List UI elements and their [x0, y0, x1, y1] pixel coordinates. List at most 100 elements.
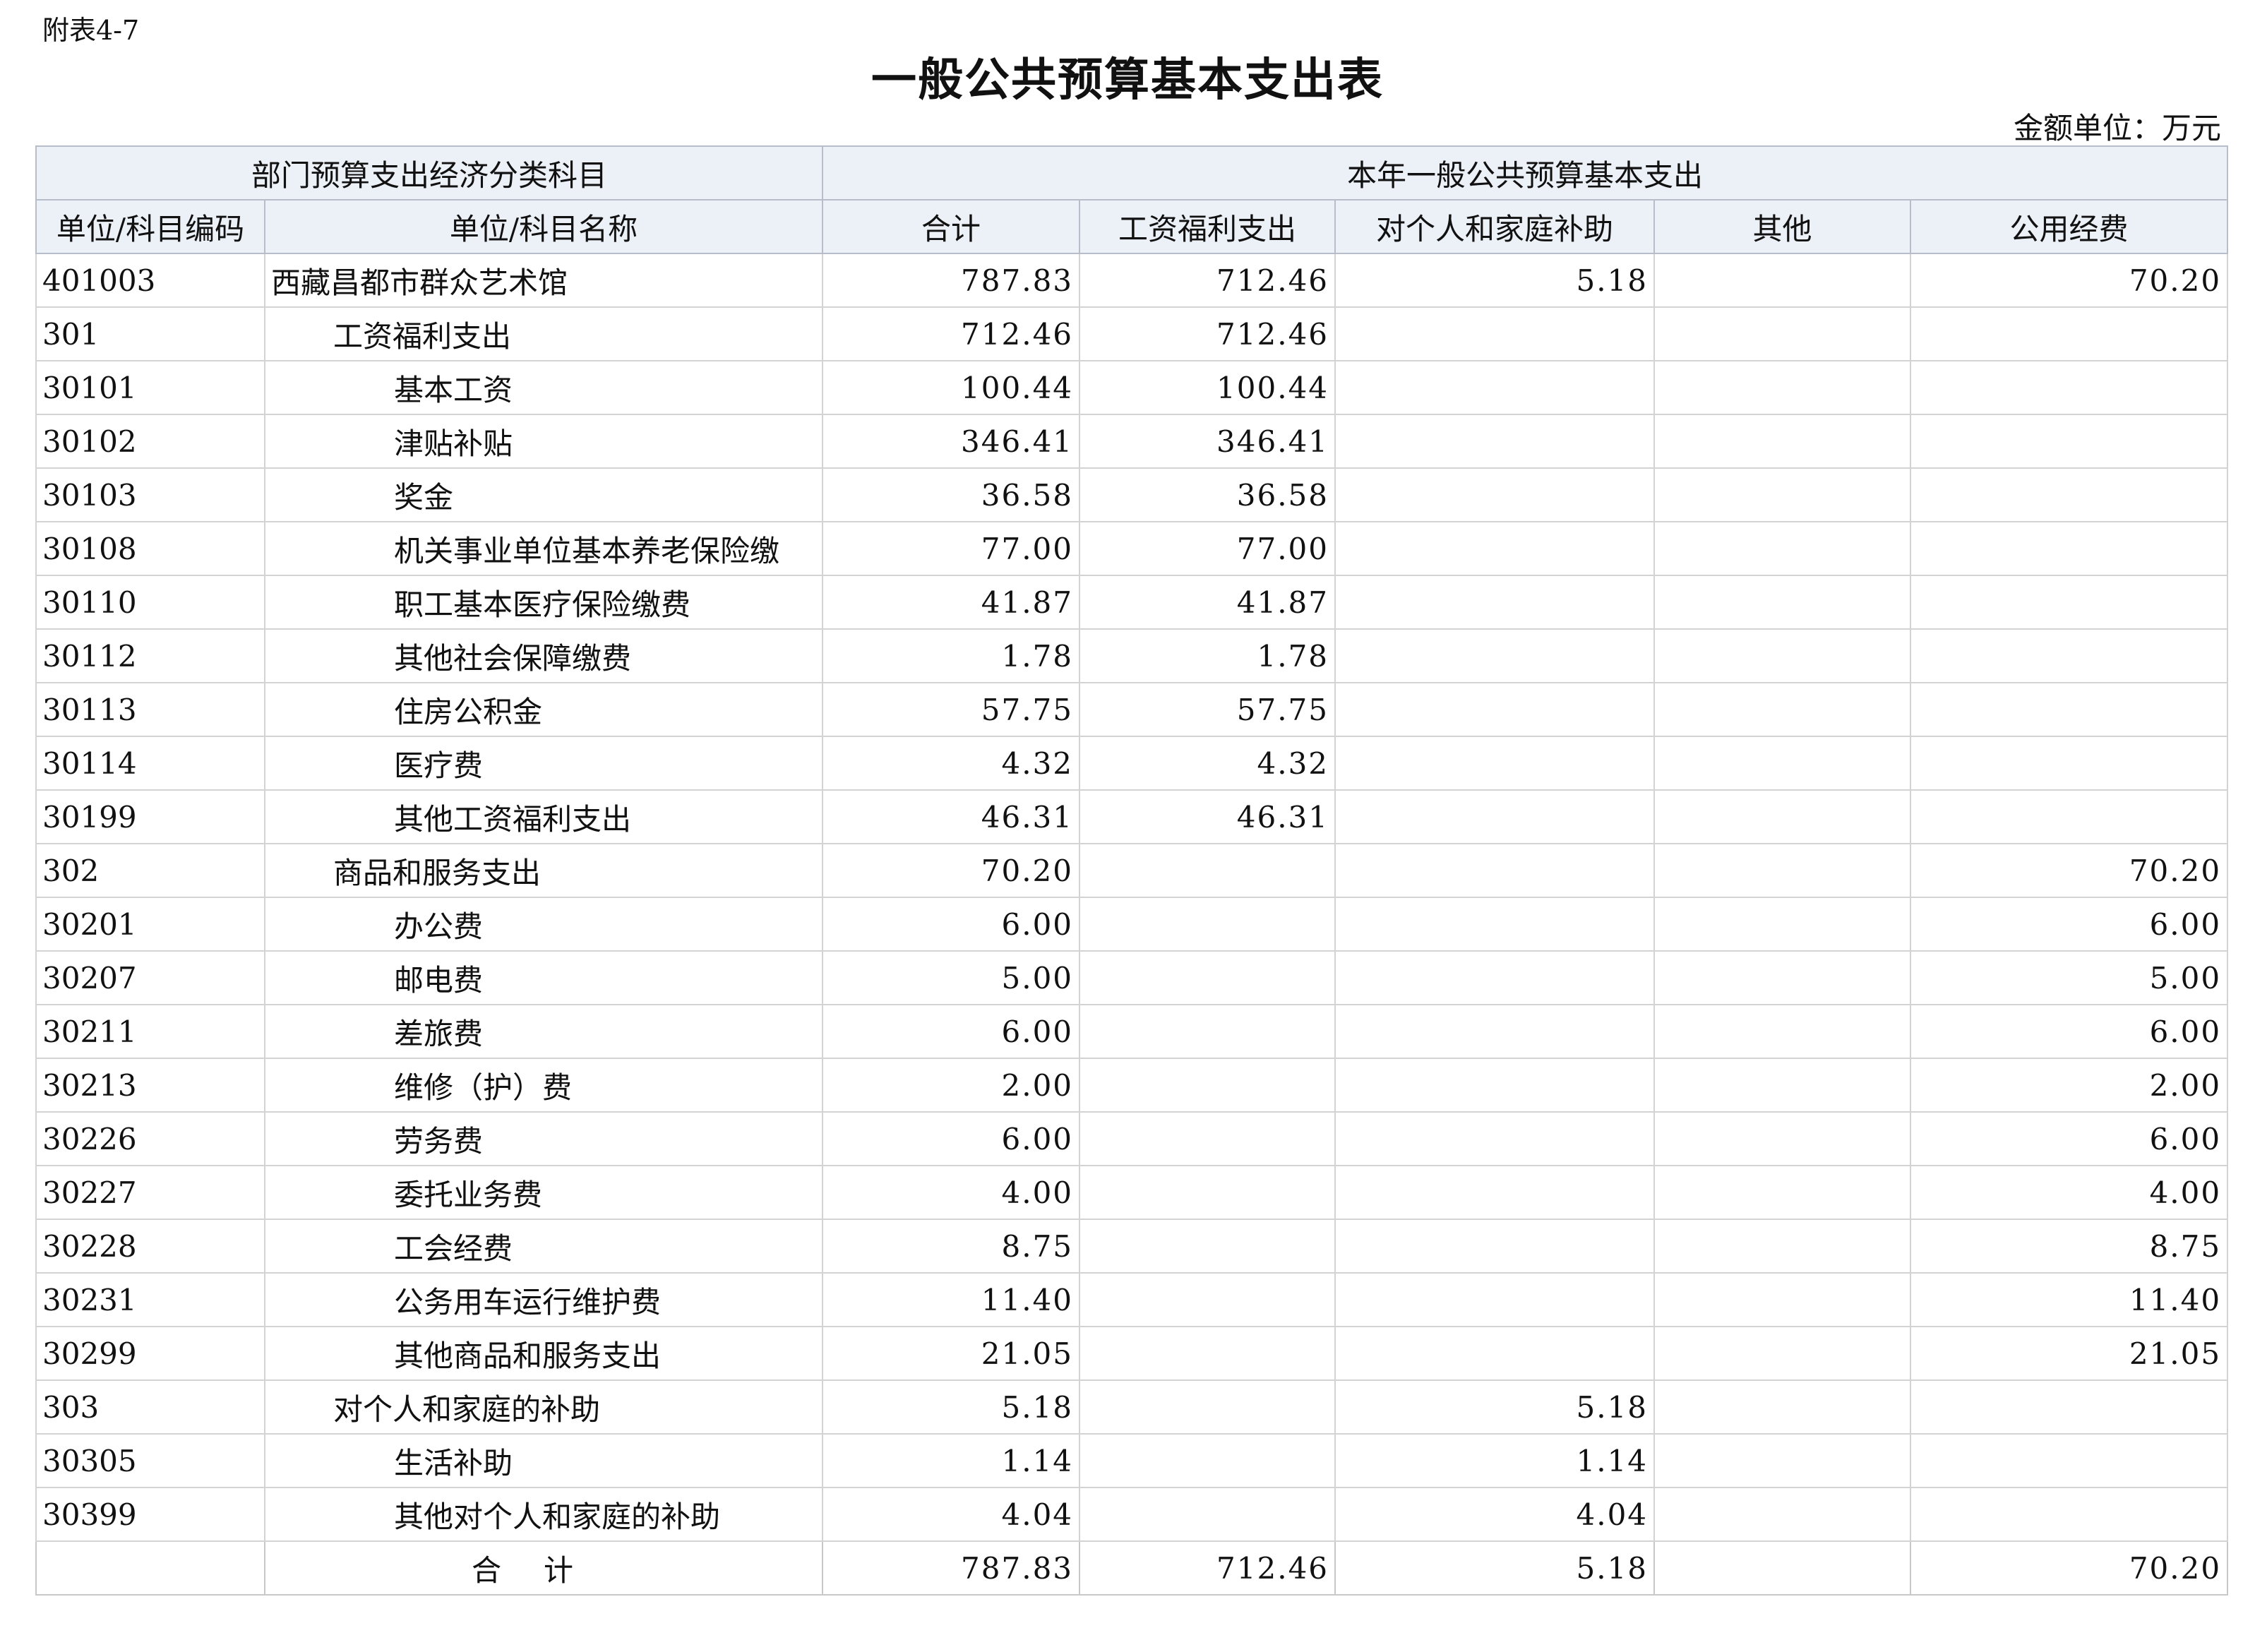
row-code: 30108: [35, 521, 265, 576]
row-other: [1653, 1272, 1912, 1327]
row-name: 奖金: [263, 467, 824, 522]
row-public: [1910, 1487, 2229, 1542]
row-code: 30102: [35, 414, 265, 469]
table-row: 30102 津贴补贴 346.41 346.41: [35, 414, 2229, 469]
row-name: 其他工资福利支出: [263, 789, 824, 844]
row-other: [1653, 521, 1912, 576]
row-salary: 4.32: [1079, 736, 1336, 791]
table-row: 30207 邮电费 5.00 5.00: [35, 950, 2229, 1005]
row-other: [1653, 1326, 1912, 1381]
row-total: 70.20: [822, 843, 1081, 898]
row-code: 30213: [35, 1058, 265, 1113]
row-name: 职工基本医疗保险缴费: [263, 575, 824, 630]
row-public: [1910, 789, 2229, 844]
row-public: [1910, 575, 2229, 630]
row-salary: 712.46: [1079, 253, 1336, 308]
row-salary: 36.58: [1079, 467, 1336, 522]
row-total: 6.00: [822, 897, 1081, 952]
row-other: [1653, 1058, 1912, 1113]
row-code: 30211: [35, 1004, 265, 1059]
row-subsidy: [1334, 1165, 1656, 1220]
table-row: 30211 差旅费 6.00 6.00: [35, 1004, 2229, 1059]
row-other: [1653, 414, 1912, 469]
row-subsidy: [1334, 897, 1656, 952]
table-row: 30101 基本工资 100.44 100.44: [35, 360, 2229, 415]
table-body: 401003 西藏昌都市群众艺术馆 787.83 712.46 5.18 70.20 301…: [35, 253, 2229, 1542]
row-public: 6.00: [1910, 1004, 2229, 1059]
table-row: 401003 西藏昌都市群众艺术馆 787.83 712.46 5.18 70.20: [35, 253, 2229, 308]
table-row: 30228 工会经费 8.75 8.75: [35, 1219, 2229, 1274]
row-public: 11.40: [1910, 1272, 2229, 1327]
table-row: 30103 奖金 36.58 36.58: [35, 467, 2229, 522]
row-name: 机关事业单位基本养老保险缴: [263, 521, 824, 576]
row-salary: [1079, 1219, 1336, 1274]
row-name: 公务用车运行维护费: [263, 1272, 824, 1327]
row-subsidy: [1334, 1326, 1656, 1381]
row-public: [1910, 1379, 2229, 1435]
row-total: 8.75: [822, 1219, 1081, 1274]
row-name: 基本工资: [263, 360, 824, 415]
row-other: [1653, 628, 1912, 683]
row-name: 劳务费: [263, 1111, 824, 1166]
table-row: 30399 其他对个人和家庭的补助 4.04 4.04: [35, 1487, 2229, 1542]
total-public: 70.20: [1910, 1540, 2229, 1596]
row-subsidy: [1334, 360, 1656, 415]
annex-label: 附表4-7: [42, 15, 140, 46]
row-name: 其他对个人和家庭的补助: [263, 1487, 824, 1542]
row-subsidy: [1334, 467, 1656, 522]
header-group-expenditure: 本年一般公共预算基本支出: [822, 145, 2229, 200]
row-total: 5.18: [822, 1379, 1081, 1435]
row-subsidy: [1334, 682, 1656, 737]
row-public: [1910, 360, 2229, 415]
table-row: 30114 医疗费 4.32 4.32: [35, 736, 2229, 791]
row-public: 6.00: [1910, 1111, 2229, 1166]
row-name: 其他商品和服务支出: [263, 1326, 824, 1381]
total-sum: 787.83: [822, 1540, 1081, 1596]
row-public: 70.20: [1910, 843, 2229, 898]
row-code: 30227: [35, 1165, 265, 1220]
row-other: [1653, 360, 1912, 415]
header-code: 单位/科目编码: [35, 199, 265, 254]
row-code: 30201: [35, 897, 265, 952]
table-row: 30231 公务用车运行维护费 11.40 11.40: [35, 1272, 2229, 1327]
row-total: 1.78: [822, 628, 1081, 683]
row-salary: [1079, 1111, 1336, 1166]
header-group-classification: 部门预算支出经济分类科目: [35, 145, 824, 200]
row-code: 401003: [35, 253, 265, 308]
table-row: 30110 职工基本医疗保险缴费 41.87 41.87: [35, 575, 2229, 630]
row-total: 77.00: [822, 521, 1081, 576]
row-name: 医疗费: [263, 736, 824, 791]
row-code: 30226: [35, 1111, 265, 1166]
row-subsidy: 5.18: [1334, 1379, 1656, 1435]
row-name: 商品和服务支出: [263, 843, 824, 898]
row-code: 30399: [35, 1487, 265, 1542]
row-name: 津贴补贴: [263, 414, 824, 469]
row-code: 30113: [35, 682, 265, 737]
table-row: 301 工资福利支出 712.46 712.46: [35, 306, 2229, 361]
row-salary: [1079, 1004, 1336, 1059]
row-other: [1653, 736, 1912, 791]
row-total: 46.31: [822, 789, 1081, 844]
row-code: 30112: [35, 628, 265, 683]
row-salary: [1079, 950, 1336, 1005]
table-row: 302 商品和服务支出 70.20 70.20: [35, 843, 2229, 898]
total-subsidy: 5.18: [1334, 1540, 1656, 1596]
row-salary: [1079, 1487, 1336, 1542]
row-total: 4.00: [822, 1165, 1081, 1220]
row-public: [1910, 1433, 2229, 1488]
row-subsidy: [1334, 789, 1656, 844]
table-row: 30108 机关事业单位基本养老保险缴 77.00 77.00: [35, 521, 2229, 576]
row-public: 5.00: [1910, 950, 2229, 1005]
header-other: 其他: [1653, 199, 1912, 254]
total-label: 合计: [263, 1540, 824, 1596]
row-code: 303: [35, 1379, 265, 1435]
row-total: 1.14: [822, 1433, 1081, 1488]
row-subsidy: 1.14: [1334, 1433, 1656, 1488]
header-salary: 工资福利支出: [1079, 199, 1336, 254]
row-code: 30305: [35, 1433, 265, 1488]
table-row: 30226 劳务费 6.00 6.00: [35, 1111, 2229, 1166]
row-total: 6.00: [822, 1111, 1081, 1166]
row-subsidy: [1334, 736, 1656, 791]
table-row: 30227 委托业务费 4.00 4.00: [35, 1165, 2229, 1220]
row-subsidy: [1334, 1272, 1656, 1327]
